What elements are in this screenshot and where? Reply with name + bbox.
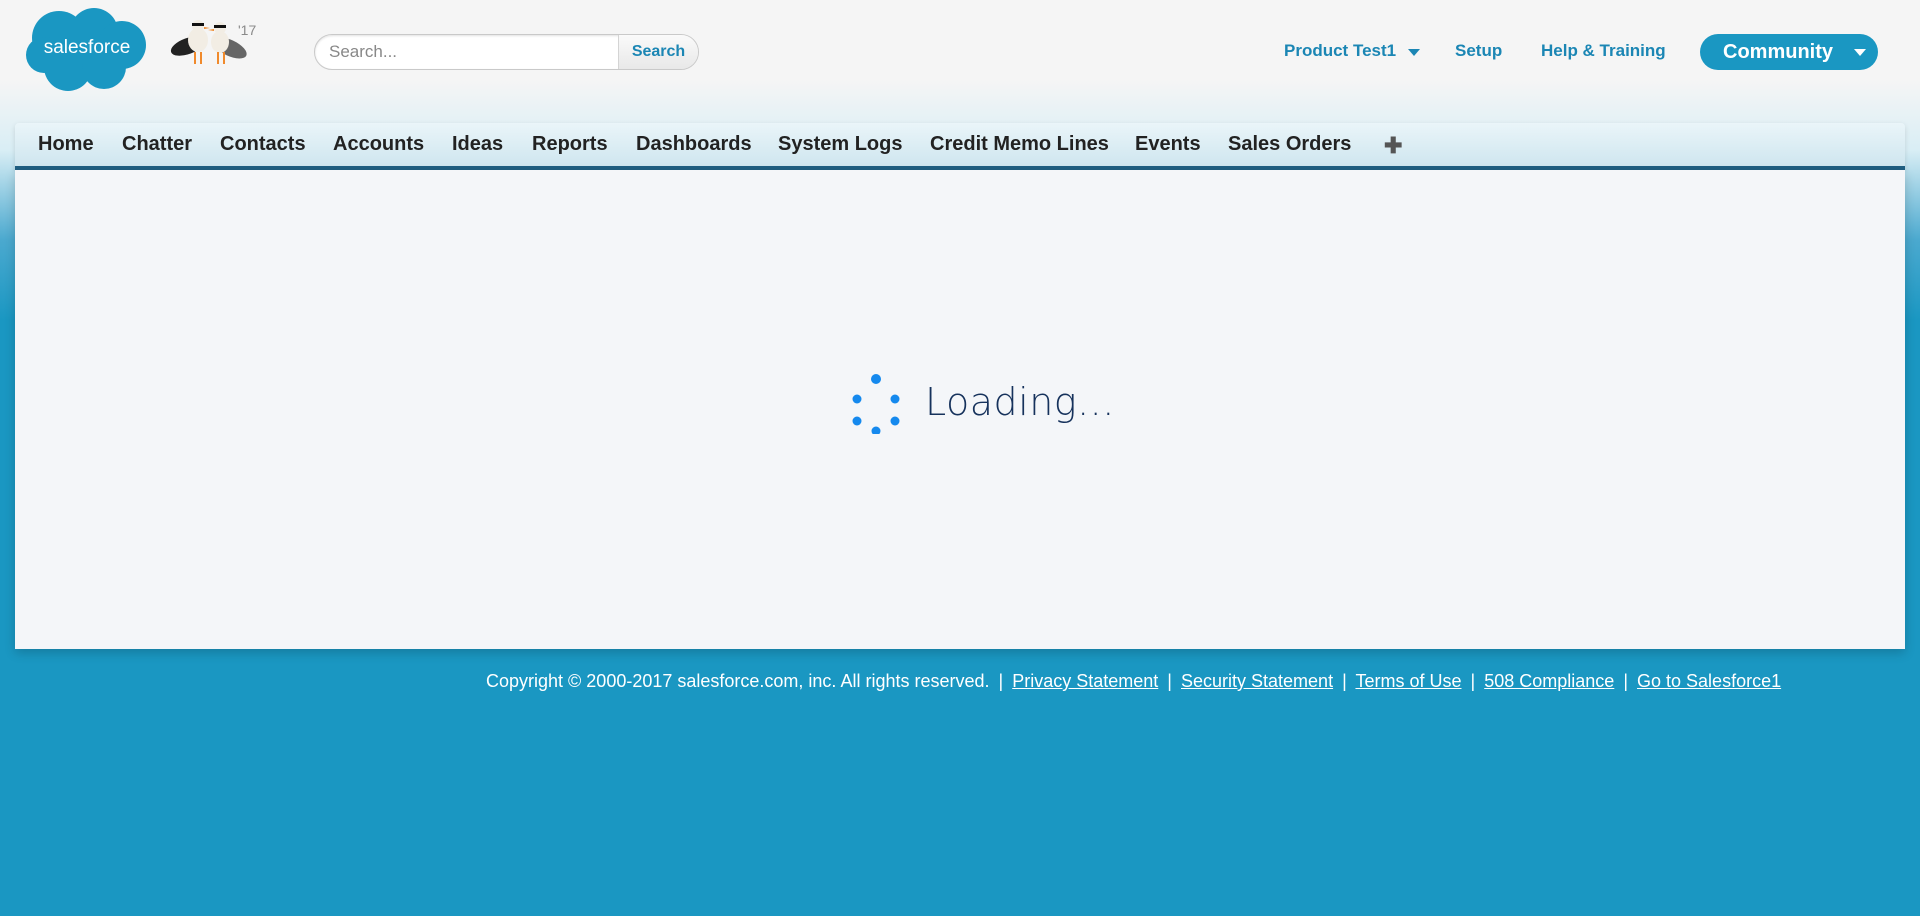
go-to-salesforce1-link[interactable]: Go to Salesforce1 — [1637, 671, 1781, 691]
508-compliance-link[interactable]: 508 Compliance — [1484, 671, 1614, 691]
copyright-text: Copyright © 2000-2017 salesforce.com, in… — [486, 671, 990, 691]
tab-events[interactable]: Events — [1135, 133, 1201, 156]
chevron-down-icon — [1854, 49, 1866, 56]
user-menu-link[interactable]: Product Test1 — [1284, 41, 1396, 61]
help-training-link[interactable]: Help & Training — [1541, 41, 1666, 61]
top-links: Product Test1 Setup Help & Training — [0, 41, 1920, 65]
tab-contacts[interactable]: Contacts — [220, 133, 306, 156]
tab-system-logs[interactable]: System Logs — [778, 133, 902, 156]
footer-separator: | — [998, 671, 1004, 691]
tab-credit-memo-lines[interactable]: Credit Memo Lines — [930, 133, 1109, 156]
footer-separator: | — [1167, 671, 1172, 691]
security-statement-link[interactable]: Security Statement — [1181, 671, 1333, 691]
community-label: Community — [1723, 40, 1833, 63]
mascot-year: '17 — [238, 22, 257, 38]
setup-link[interactable]: Setup — [1455, 41, 1502, 61]
tab-home[interactable]: Home — [38, 133, 94, 156]
plus-icon[interactable]: ✚ — [1384, 133, 1402, 159]
tab-bar: Home Chatter Contacts Accounts Ideas Rep… — [15, 123, 1905, 170]
loading-spinner-icon — [848, 374, 902, 436]
tab-chatter[interactable]: Chatter — [122, 133, 192, 156]
tab-sales-orders[interactable]: Sales Orders — [1228, 133, 1351, 156]
tab-ideas[interactable]: Ideas — [452, 133, 503, 156]
footer-separator: | — [1470, 671, 1476, 691]
chevron-down-icon[interactable] — [1408, 49, 1420, 56]
privacy-statement-link[interactable]: Privacy Statement — [1012, 671, 1158, 691]
community-switcher-button[interactable]: Community — [1700, 34, 1878, 70]
tab-accounts[interactable]: Accounts — [333, 133, 424, 156]
tab-dashboards[interactable]: Dashboards — [636, 133, 752, 156]
footer-separator: | — [1623, 671, 1628, 691]
terms-of-use-link[interactable]: Terms of Use — [1355, 671, 1461, 691]
footer: Copyright © 2000-2017 salesforce.com, in… — [486, 671, 1781, 692]
header: salesforce '17 Search Produc — [0, 0, 1920, 110]
loading-text: Loading... — [925, 380, 1115, 424]
footer-separator: | — [1342, 671, 1347, 691]
tab-reports[interactable]: Reports — [532, 133, 608, 156]
